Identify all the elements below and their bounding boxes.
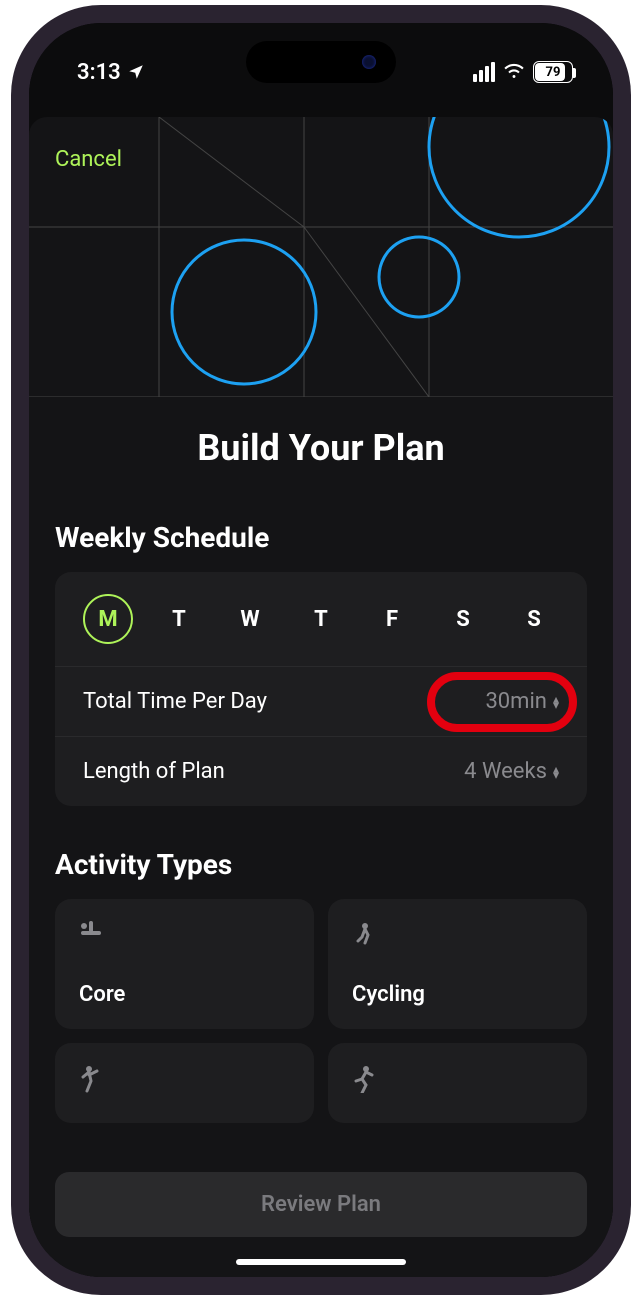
dynamic-island <box>246 41 396 83</box>
day-saturday[interactable]: S <box>438 594 488 644</box>
cellular-icon <box>473 62 495 82</box>
home-indicator[interactable] <box>236 1259 406 1265</box>
dance-icon <box>79 1065 290 1093</box>
stepper-icon: ▴▾ <box>553 766 559 778</box>
screen-content: Cancel Build Your Plan Weekly Schedule M… <box>29 23 613 1277</box>
review-plan-button[interactable]: Review Plan <box>55 1172 587 1237</box>
activity-types-header: Activity Types <box>55 848 587 881</box>
modal-sheet: Cancel Build Your Plan Weekly Schedule M… <box>29 117 613 1277</box>
page-title: Build Your Plan <box>29 427 613 469</box>
phone-frame: 3:13 79 <box>11 5 631 1295</box>
battery-percentage: 79 <box>546 65 561 80</box>
activity-core[interactable]: Core <box>55 899 314 1029</box>
total-time-label: Total Time Per Day <box>83 689 267 714</box>
activity-cycling-label: Cycling <box>352 982 563 1007</box>
cycling-icon <box>352 921 563 949</box>
day-monday[interactable]: M <box>83 594 133 644</box>
length-row[interactable]: Length of Plan 4 Weeks ▴▾ <box>55 737 587 806</box>
location-icon <box>127 63 145 81</box>
day-wednesday[interactable]: W <box>225 594 275 644</box>
camera-icon <box>362 55 376 69</box>
wifi-icon <box>503 61 525 83</box>
day-sunday[interactable]: S <box>509 594 559 644</box>
days-row: M T W T F S S <box>55 572 587 667</box>
day-friday[interactable]: F <box>367 594 417 644</box>
length-value: 4 Weeks ▴▾ <box>464 759 559 784</box>
activity-grid: Core Cycling <box>55 899 587 1123</box>
phone-screen: 3:13 79 <box>29 23 613 1277</box>
weekly-schedule-section: Weekly Schedule M T W T F S S Total Time… <box>29 521 613 806</box>
day-tuesday[interactable]: T <box>154 594 204 644</box>
activity-types-section: Activity Types Core Cycling <box>29 848 613 1123</box>
stepper-icon: ▴▾ <box>553 696 559 708</box>
cancel-button[interactable]: Cancel <box>55 147 122 172</box>
core-icon <box>79 921 290 949</box>
status-time: 3:13 <box>77 60 121 85</box>
weekly-schedule-header: Weekly Schedule <box>55 521 587 554</box>
day-thursday[interactable]: T <box>296 594 346 644</box>
weekly-schedule-card: M T W T F S S Total Time Per Day 30min <box>55 572 587 806</box>
activity-cycling[interactable]: Cycling <box>328 899 587 1029</box>
battery-icon: 79 <box>533 61 573 83</box>
running-icon <box>352 1065 563 1093</box>
total-time-value: 30min ▴▾ <box>485 689 559 714</box>
activity-dance[interactable] <box>55 1043 314 1123</box>
total-time-row[interactable]: Total Time Per Day 30min ▴▾ <box>55 667 587 737</box>
hero-graphic: Cancel <box>29 117 613 397</box>
activity-running[interactable] <box>328 1043 587 1123</box>
length-label: Length of Plan <box>83 759 225 784</box>
activity-core-label: Core <box>79 982 290 1007</box>
